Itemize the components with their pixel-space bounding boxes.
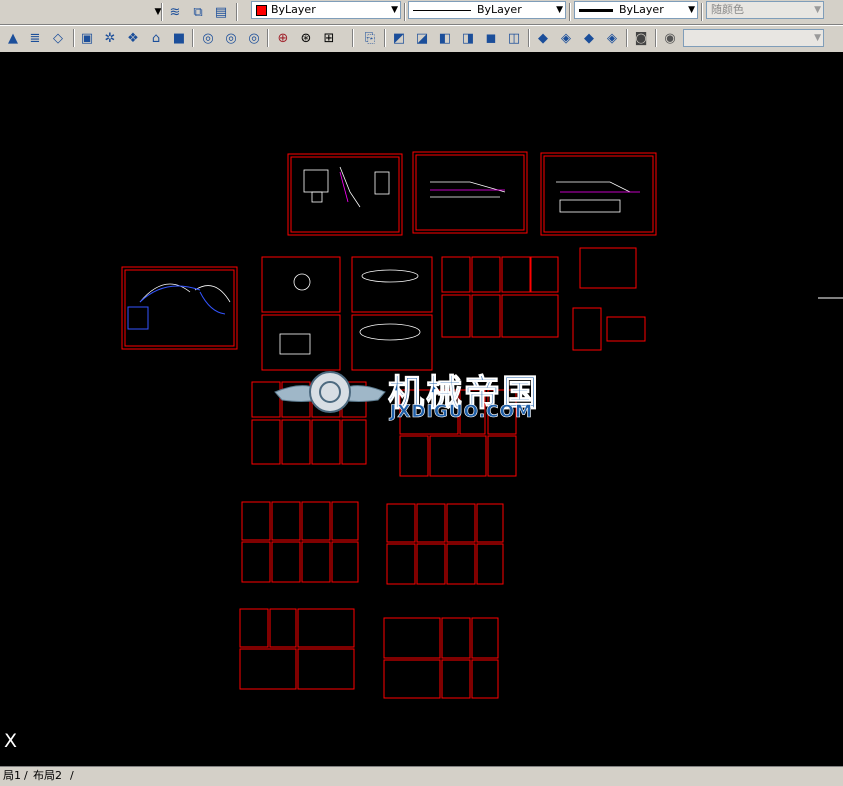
- solid-icon[interactable]: ■: [169, 28, 189, 48]
- linetype-preview: [413, 9, 471, 11]
- ucs-x-label: X: [4, 730, 18, 752]
- union-icon[interactable]: ◎: [198, 28, 218, 48]
- drawing-sheet: [351, 256, 433, 313]
- world-icon[interactable]: ⊛: [296, 28, 316, 48]
- chevron-down-icon: ▼: [814, 5, 821, 15]
- ucs-icon[interactable]: ⊕: [273, 28, 293, 48]
- modeling-toolbar: ▲ ≣ ◇ ▣ ✲ ❖ ⌂ ■ ◎ ◎ ◎ ⊕ ⊛ ⊞ ⎘ ◩ ◪ ◧ ◨ ◼ …: [0, 25, 843, 53]
- drawing-details-magenta: [339, 171, 640, 203]
- drawing-details-blue: [127, 285, 226, 330]
- camera-icon[interactable]: ◙: [631, 28, 651, 48]
- lineweight-control[interactable]: ByLayer ▼: [574, 1, 698, 19]
- ne-iso-icon[interactable]: ◆: [579, 28, 599, 48]
- eraser-icon[interactable]: ◇: [48, 28, 68, 48]
- plotstyle-control[interactable]: 随颜色 ▼: [706, 1, 824, 19]
- back-view-icon[interactable]: ◫: [504, 28, 524, 48]
- chevron-down-icon: ▼: [391, 5, 398, 15]
- view-dropdown[interactable]: ▼: [683, 29, 824, 47]
- cone-icon[interactable]: ▲: [3, 28, 23, 48]
- watermark-domain: JXDIGUO.COM: [390, 402, 534, 423]
- tab-divider: /: [70, 769, 74, 782]
- spring-icon[interactable]: ≣: [25, 28, 45, 48]
- sw-iso-icon[interactable]: ◆: [533, 28, 553, 48]
- drawing-details: [139, 166, 631, 355]
- drawing-sheet: [351, 314, 433, 371]
- chevron-down-icon: ▼: [556, 5, 563, 15]
- bottom-view-icon[interactable]: ◪: [412, 28, 432, 48]
- drawing-sheet: [606, 316, 646, 342]
- drawing-sheet: [287, 153, 403, 236]
- drawing-sheet: [572, 307, 602, 351]
- box-icon[interactable]: ▣: [77, 28, 97, 48]
- subtract-icon[interactable]: ◎: [221, 28, 241, 48]
- view-icon[interactable]: ⊞: [319, 28, 339, 48]
- layer-manager-icon[interactable]: ≋: [165, 2, 185, 22]
- nw-iso-icon[interactable]: ◈: [602, 28, 622, 48]
- watermark-logo: [274, 371, 386, 413]
- layer-previous-icon[interactable]: ▤: [211, 2, 231, 22]
- drawing-sheet: [121, 266, 238, 350]
- left-view-icon[interactable]: ◧: [435, 28, 455, 48]
- top-view-icon[interactable]: ◩: [389, 28, 409, 48]
- chevron-down-icon: ▼: [814, 33, 821, 43]
- front-view-icon[interactable]: ◼: [481, 28, 501, 48]
- layer-state-icon[interactable]: ⧉: [188, 2, 208, 22]
- color-swatch: [256, 4, 267, 16]
- drawing-sheet: [579, 247, 637, 289]
- properties-toolbar: ▼ ≋ ⧉ ▤ ByLayer ▼ ByLayer ▼ ByLayer ▼ 随颜…: [0, 0, 843, 25]
- layout-tab-bar: 局1 / 布局2 /: [0, 766, 843, 786]
- layout-tab-2[interactable]: 布局2: [30, 767, 65, 784]
- extrude-icon[interactable]: ⌂: [146, 28, 166, 48]
- color-value: ByLayer: [271, 3, 316, 16]
- drawing-sheet: [261, 256, 341, 313]
- intersect-icon[interactable]: ◎: [244, 28, 264, 48]
- linetype-control[interactable]: ByLayer ▼: [408, 1, 566, 19]
- nav-icon[interactable]: ◉: [660, 28, 680, 48]
- drawing-sheet: [412, 151, 528, 234]
- lineweight-preview: [579, 8, 613, 12]
- layout-tab-1[interactable]: 局1: [0, 767, 24, 784]
- sweep-icon[interactable]: ❖: [123, 28, 143, 48]
- plotstyle-value: 随颜色: [711, 3, 744, 16]
- orbit-icon[interactable]: ✲: [100, 28, 120, 48]
- drawing-sheet: [261, 314, 341, 371]
- tab-divider: /: [24, 769, 28, 782]
- lineweight-value: ByLayer: [619, 3, 664, 16]
- color-control[interactable]: ByLayer ▼: [251, 1, 401, 19]
- drawing-sheet: [540, 152, 657, 236]
- right-view-icon[interactable]: ◨: [458, 28, 478, 48]
- drawing-canvas[interactable]: 机械帝国 JXDIGUO.COM X: [0, 52, 843, 766]
- linetype-value: ByLayer: [477, 3, 522, 16]
- named-views-icon[interactable]: ⎘: [360, 28, 380, 48]
- drawing-sheets: [121, 151, 657, 699]
- se-iso-icon[interactable]: ◈: [556, 28, 576, 48]
- chevron-down-icon: ▼: [688, 5, 695, 15]
